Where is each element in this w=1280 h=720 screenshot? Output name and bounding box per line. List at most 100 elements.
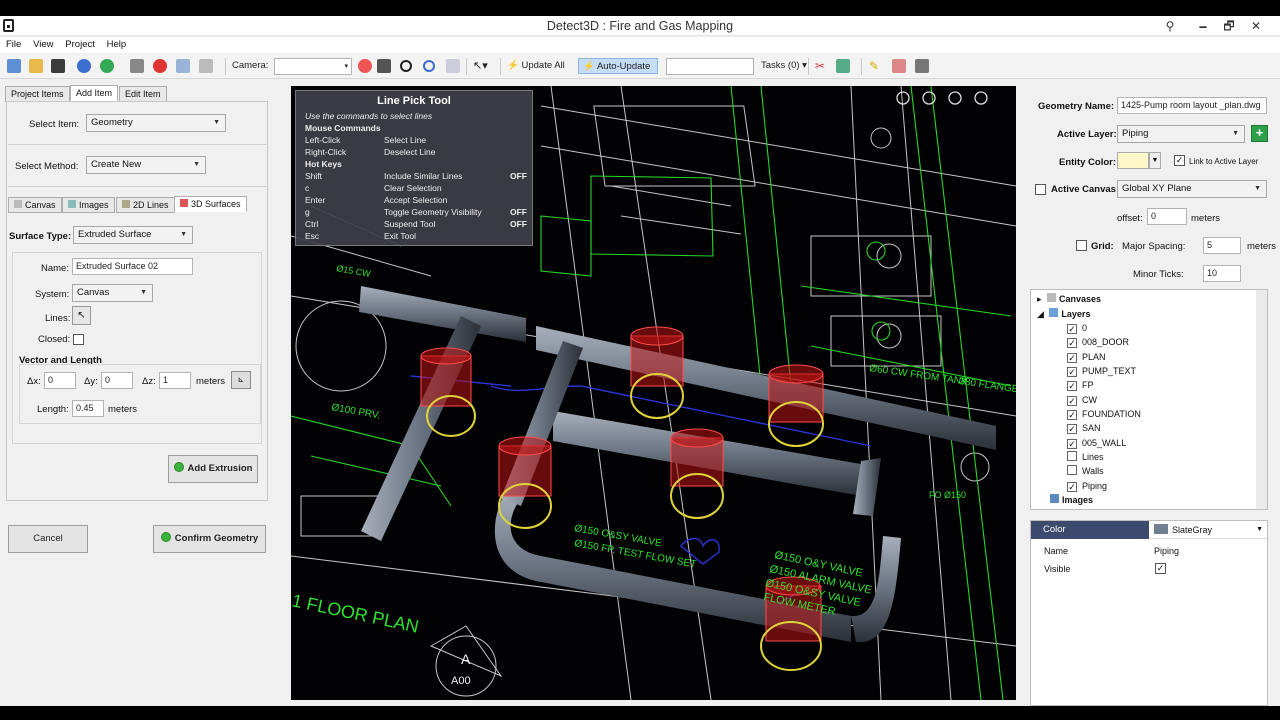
layer-item[interactable]: ✓ PUMP_TEXT	[1067, 364, 1136, 378]
dy-input[interactable]: 0	[101, 372, 133, 389]
hierarchy-icon[interactable]	[836, 59, 850, 73]
dz-input[interactable]: 1	[159, 372, 191, 389]
minor-ticks-input[interactable]: 10	[1203, 265, 1241, 282]
pick-vector-button[interactable]: ⊾	[231, 371, 251, 389]
active-canvas-dropdown[interactable]: Global XY Plane ▼	[1117, 180, 1267, 198]
active-layer-dropdown[interactable]: Piping ▼	[1117, 125, 1245, 143]
layer-checkbox[interactable]: ✓	[1067, 439, 1077, 449]
menu-view[interactable]: View	[27, 37, 56, 50]
closed-checkbox[interactable]	[73, 334, 84, 345]
layer-item[interactable]: Walls	[1067, 464, 1104, 478]
layer-checkbox[interactable]: ✓	[1067, 424, 1077, 434]
subtab-3d-surfaces[interactable]: 3D Surfaces	[174, 196, 247, 212]
tree-scrollbar[interactable]	[1256, 290, 1267, 509]
system-dropdown[interactable]: Canvas ▼	[72, 284, 153, 302]
layer-checkbox[interactable]: ✓	[1067, 353, 1077, 363]
property-visible-checkbox[interactable]: ✓	[1155, 563, 1166, 574]
layer-item[interactable]: ✓ 008_DOOR	[1067, 335, 1129, 349]
subtab-2d-lines[interactable]: 2D Lines	[116, 197, 175, 213]
layout-icon[interactable]	[199, 59, 213, 73]
pointer-icon[interactable]: ↖▾	[473, 58, 488, 74]
layer-item[interactable]: ✓ Piping	[1067, 479, 1107, 493]
geometry-name-input[interactable]: 1425-Pump room layout _plan.dwg	[1117, 97, 1267, 114]
layer-item[interactable]: ✓ FOUNDATION	[1067, 407, 1141, 421]
select-method-dropdown[interactable]: Create New ▼	[86, 156, 206, 174]
layer-item[interactable]: ✓ PLAN	[1067, 350, 1106, 364]
layer-checkbox[interactable]: ✓	[1067, 396, 1077, 406]
render-icon[interactable]	[130, 59, 144, 73]
target-icon[interactable]	[423, 60, 435, 72]
camera-delete-icon[interactable]	[358, 59, 372, 73]
layer-checkbox[interactable]: ✓	[1067, 338, 1077, 348]
major-spacing-input[interactable]: 5	[1203, 237, 1241, 254]
layer-checkbox[interactable]: ✓	[1067, 482, 1077, 492]
tab-add-item[interactable]: Add Item	[70, 85, 119, 101]
subtab-images[interactable]: Images	[62, 197, 115, 213]
info-icon[interactable]	[77, 59, 91, 73]
length-input[interactable]: 0.45	[72, 400, 104, 417]
active-canvas-checkbox[interactable]	[1035, 184, 1046, 195]
grid-icon[interactable]	[176, 59, 190, 73]
open-folder-icon[interactable]	[29, 59, 43, 73]
layer-item[interactable]: ✓ SAN	[1067, 421, 1101, 435]
pin-icon[interactable]: ⚲	[1157, 17, 1183, 35]
tree-node-images[interactable]: Images	[1047, 493, 1093, 507]
pick-lines-button[interactable]: ↖	[72, 306, 91, 325]
tasks-button[interactable]: Tasks (0) ▾	[761, 58, 807, 74]
layer-name: Piping	[1082, 481, 1108, 491]
menu-file[interactable]: File	[0, 37, 24, 50]
layer-checkbox[interactable]: ✓	[1067, 410, 1077, 420]
save-icon[interactable]	[51, 59, 65, 73]
camera-snapshot-icon[interactable]	[377, 59, 391, 73]
pencil-icon[interactable]: ✎	[869, 58, 879, 74]
menu-help[interactable]: Help	[101, 37, 130, 50]
entity-color-swatch[interactable]	[1117, 152, 1149, 169]
subtab-canvas[interactable]: Canvas	[8, 197, 62, 213]
offset-input[interactable]: 0	[1147, 208, 1187, 225]
import-icon[interactable]	[892, 59, 906, 73]
tab-edit-item[interactable]: Edit Item	[119, 86, 167, 102]
camera-select[interactable]: ▾	[274, 58, 352, 75]
grid-checkbox[interactable]	[1076, 240, 1087, 251]
chevron-down-icon[interactable]: ▼	[1149, 152, 1161, 169]
update-all-button[interactable]: ⚡ Update All	[507, 58, 565, 74]
tab-project-items[interactable]: Project Items	[5, 86, 70, 102]
add-layer-button[interactable]: +	[1251, 125, 1268, 142]
export-icon[interactable]	[915, 59, 929, 73]
layer-item[interactable]: Lines	[1067, 450, 1104, 464]
property-name-value[interactable]: Piping	[1154, 546, 1179, 556]
auto-update-button[interactable]: ⚡ Auto-Update	[578, 58, 658, 74]
menu-project[interactable]: Project	[59, 37, 98, 50]
name-input[interactable]: Extruded Surface 02	[72, 258, 193, 275]
maximize-button[interactable]: 🗗	[1216, 17, 1242, 35]
system-value: Canvas	[77, 287, 110, 298]
cancel-button[interactable]: Cancel	[8, 525, 88, 553]
tree-node-canvases[interactable]: ▸ Canvases	[1037, 292, 1101, 306]
property-color-value[interactable]: SlateGray ▼	[1149, 521, 1267, 539]
layer-item[interactable]: ✓ 0	[1067, 321, 1087, 335]
add-icon[interactable]	[100, 59, 114, 73]
layer-item[interactable]: ✓ FP	[1067, 378, 1094, 392]
layer-checkbox[interactable]	[1067, 451, 1077, 461]
surface-type-dropdown[interactable]: Extruded Surface ▼	[73, 226, 193, 244]
record-icon[interactable]	[153, 59, 167, 73]
select-item-dropdown[interactable]: Geometry ▼	[86, 114, 226, 132]
layer-item[interactable]: ✓ 005_WALL	[1067, 436, 1126, 450]
zoom-extents-icon[interactable]	[446, 59, 460, 73]
confirm-geometry-button[interactable]: Confirm Geometry	[153, 525, 266, 553]
minimize-button[interactable]: 🗕	[1190, 17, 1216, 35]
layer-checkbox[interactable]: ✓	[1067, 324, 1077, 334]
layer-checkbox[interactable]: ✓	[1067, 381, 1077, 391]
layer-item[interactable]: ✓ CW	[1067, 393, 1097, 407]
add-extrusion-button[interactable]: Add Extrusion	[168, 455, 258, 483]
tree-node-layers[interactable]: ◢ Layers	[1037, 307, 1090, 321]
orbit-icon[interactable]	[400, 60, 412, 72]
dx-input[interactable]: 0	[44, 372, 76, 389]
3d-viewport[interactable]: Ø150 O&Y VALVE Ø150 ALARM VALVE Ø150 O&S…	[291, 86, 1016, 700]
layer-checkbox[interactable]	[1067, 465, 1077, 475]
new-icon[interactable]	[7, 59, 21, 73]
layer-checkbox[interactable]: ✓	[1067, 367, 1077, 377]
link-active-layer-checkbox[interactable]: ✓	[1174, 155, 1185, 166]
close-button[interactable]: ✕	[1243, 17, 1269, 35]
scissors-icon[interactable]: ✂	[815, 58, 825, 74]
